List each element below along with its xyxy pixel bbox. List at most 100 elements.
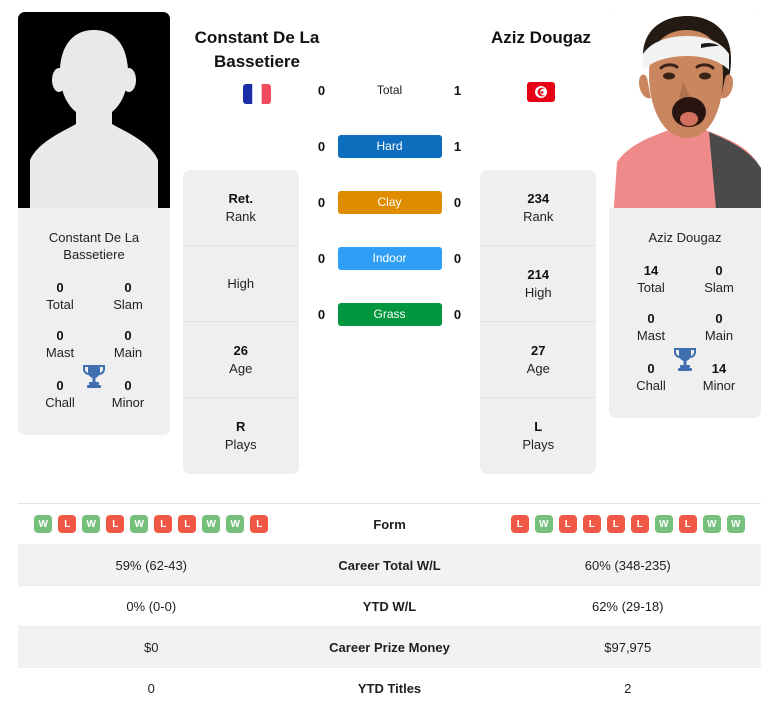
left-titles-row-2: 0 Mast 0 Main [24,321,164,371]
right-titles-minor: 14 Minor [693,360,745,394]
table-row-form: WLWLWLLWWL Form LWLLLLWLWW [18,504,761,545]
surface-row-grass: 0 Grass 0 [312,286,468,342]
left-titles-minor-value: 0 [124,378,132,393]
form-badge-win[interactable]: W [702,515,721,533]
form-badge-loss[interactable]: L [558,515,577,533]
right-age-label: Age [526,360,550,376]
right-plays-label: Plays [522,437,555,452]
left-card-name-line1: Constant De La [48,230,140,245]
right-player-name-line1: Aziz Dougaz [490,28,592,47]
right-titles-chall-label: Chall [636,378,666,393]
form-badge-loss[interactable]: L [678,515,697,533]
left-career-prize-money: $0 [144,639,159,655]
left-titles-row-3: 0 Chall 0 Minor [24,371,164,419]
left-titles-grid: 0 Total 0 Slam 0 Mast 0 Main 0 Chall 0 M… [18,267,170,435]
table-row-career-prize-money: $0 Career Prize Money $97,975 [18,627,761,668]
right-titles-chall-value: 0 [647,361,655,376]
right-high-label: High [524,284,552,300]
stats-table: WLWLWLLWWL Form LWLLLLWLWW 59% (62-43) C… [18,503,761,709]
right-titles-mast-value: 0 [647,311,655,326]
left-titles-chall: 0 Chall [34,377,86,411]
left-career-total-wl: 59% (62-43) [115,557,188,573]
right-career-prize-money: $97,975 [604,639,652,655]
right-titles-slam-label: Slam [704,280,734,295]
right-titles-grid: 14 Total 0 Slam 0 Mast 0 Main 0 Chall 14… [609,250,761,418]
form-badge-loss[interactable]: L [106,515,125,533]
form-badge-win[interactable]: W [226,515,245,533]
left-titles-main-value: 0 [124,328,132,343]
row-label-career-total-wl: Career Total W/L [338,557,441,573]
comparison-top-section: Constant De La Bassetiere 0 Total 0 Slam… [0,0,779,495]
left-rank-value: Ret. [228,190,254,206]
left-player-header: Constant De La Bassetiere [172,26,342,104]
form-badge-win[interactable]: W [82,515,101,533]
right-grass-surface-value: 0 [453,306,462,322]
form-badge-win[interactable]: W [34,515,53,533]
right-titles-total-label: Total [637,280,665,295]
right-card-name-line1: Aziz Dougaz [648,230,722,245]
left-titles-mast-value: 0 [56,328,64,343]
form-badge-loss[interactable]: L [58,515,77,533]
surface-chip-clay: Clay [337,190,442,214]
right-high-cell: 214 High [480,246,597,322]
form-badge-win[interactable]: W [726,515,745,533]
right-titles-mast: 0 Mast [625,310,677,344]
right-ytd-titles: 2 [624,681,632,696]
left-titles-total-label: Total [46,297,74,312]
table-row-ytd-wl: 0% (0-0) YTD W/L 62% (29-18) [18,586,761,627]
left-titles-slam-value: 0 [124,280,132,295]
tunisia-flag-icon [527,82,555,102]
form-badge-loss[interactable]: L [582,515,601,533]
left-indoor-surface-value: 0 [317,250,326,266]
left-titles-slam: 0 Slam [102,279,154,313]
left-player-card[interactable]: Constant De La Bassetiere 0 Total 0 Slam… [18,12,170,435]
left-titles-main-label: Main [113,345,143,360]
right-rank-value: 234 [527,190,550,206]
table-row-ytd-titles: 0 YTD Titles 2 [18,668,761,709]
form-badge-win[interactable]: W [130,515,149,533]
table-row-career-total-wl: 59% (62-43) Career Total W/L 60% (348-23… [18,545,761,586]
left-titles-mast-label: Mast [45,345,75,360]
left-player-name-line1: Constant De La [194,28,320,47]
row-label-form: Form [373,516,406,532]
left-plays-cell: R Plays [183,398,299,474]
left-form-badges: WLWLWLLWWL [18,515,285,533]
right-player-card-name: Aziz Dougaz [609,220,761,250]
right-titles-main: 0 Main [693,310,745,344]
form-badge-loss[interactable]: L [154,515,173,533]
row-label-ytd-titles: YTD Titles [357,681,422,696]
form-badge-win[interactable]: W [534,515,553,533]
form-badge-loss[interactable]: L [250,515,269,533]
left-ytd-titles: 0 [147,681,155,696]
form-badge-win[interactable]: W [202,515,221,533]
surface-row-clay: 0 Clay 0 [312,174,468,230]
right-titles-mast-label: Mast [636,328,666,343]
right-age-value: 27 [531,342,546,358]
form-badge-win[interactable]: W [654,515,673,533]
form-badge-loss[interactable]: L [606,515,625,533]
row-label-ytd-wl: YTD W/L [362,598,417,614]
right-hard-surface-value: 1 [453,138,462,154]
right-high-value: 214 [527,266,550,282]
right-career-total-wl: 60% (348-235) [584,557,671,573]
right-form-badges: LWLLLLWLWW [495,515,762,533]
france-flag-icon [243,84,271,104]
left-player-card-name: Constant De La Bassetiere [18,220,170,267]
right-titles-main-label: Main [704,328,734,343]
left-age-cell: 26 Age [182,322,299,398]
left-clay-surface-value: 0 [317,194,326,210]
left-rank-cell: Ret. Rank [182,170,299,246]
right-titles-minor-label: Minor [702,378,736,393]
right-titles-minor-value: 14 [711,361,727,376]
form-badge-loss[interactable]: L [630,515,649,533]
right-rank-cell: 234 Rank [480,170,597,246]
surface-row-indoor: 0 Indoor 0 [312,230,468,286]
left-card-name-line2: Bassetiere [63,247,125,262]
right-indoor-surface-value: 0 [453,250,462,266]
form-badge-loss[interactable]: L [510,515,529,533]
right-age-cell: 27 Age [480,322,597,398]
right-player-card[interactable]: Aziz Dougaz 14 Total 0 Slam 0 Mast 0 Mai… [609,12,761,418]
right-player-photo [609,12,761,220]
surface-chip-grass: Grass [337,302,442,326]
form-badge-loss[interactable]: L [178,515,197,533]
